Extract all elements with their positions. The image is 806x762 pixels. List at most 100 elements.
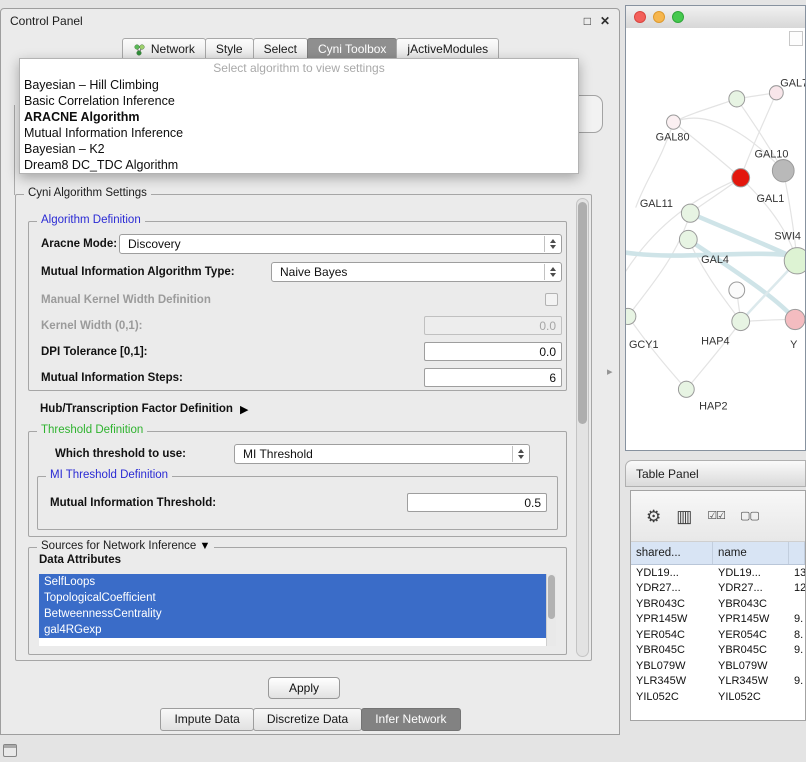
table-row[interactable]: YDL19...YDL19...13	[631, 565, 805, 581]
network-edge[interactable]	[688, 240, 740, 322]
kernel-width-input[interactable]	[424, 316, 562, 335]
bottom-tab-impute-data[interactable]: Impute Data	[160, 708, 253, 731]
bottom-tab-infer-network[interactable]: Infer Network	[361, 708, 460, 731]
column-header-shared[interactable]: shared...	[631, 542, 713, 564]
dpi-tolerance-input[interactable]	[424, 342, 562, 361]
table-header-row: shared...name	[631, 542, 805, 565]
algorithm-option-bayesian-k2[interactable]: Bayesian – K2	[20, 141, 578, 157]
tab-style[interactable]: Style	[205, 38, 254, 60]
minimize-window-icon[interactable]	[653, 11, 665, 23]
table-row[interactable]: YLR345WYLR345W9.	[631, 674, 805, 690]
algorithm-option-bayesian-hill-climbing[interactable]: Bayesian – Hill Climbing	[20, 77, 578, 93]
table-cell: YBL079W	[631, 660, 713, 672]
table-cell: 9.	[789, 644, 805, 656]
network-edge[interactable]	[783, 171, 797, 261]
network-node[interactable]	[785, 309, 805, 329]
network-node[interactable]	[667, 115, 681, 129]
aracne-mode-label: Aracne Mode:	[41, 234, 117, 254]
network-node[interactable]	[626, 308, 636, 324]
settings-scrollbar[interactable]	[576, 198, 589, 657]
node-label-gal4: GAL4	[701, 254, 729, 266]
attributes-scrollbar-thumb[interactable]	[548, 575, 555, 619]
attribute-item-gal4rgexp[interactable]: gal4RGexp	[39, 622, 546, 638]
node-label-y: Y	[790, 339, 798, 351]
hub-definition-label: Hub/Transcription Factor Definition	[40, 403, 233, 415]
tab-network[interactable]: Network	[122, 38, 206, 60]
table-row[interactable]: YBR045CYBR045C9.	[631, 643, 805, 659]
which-threshold-value: MI Threshold	[243, 445, 313, 463]
column-header-name[interactable]: name	[713, 542, 789, 564]
table-cell: YBR045C	[713, 644, 789, 656]
table-panel-header: Table Panel	[625, 460, 806, 487]
bottom-tab-bar: Impute DataDiscretize DataInfer Network	[1, 708, 619, 731]
tab-select[interactable]: Select	[253, 38, 308, 60]
network-canvas[interactable]: GAL7GAL80GAL10GAL11GAL1SWI4GAL4GCY1HAP4Y…	[626, 28, 805, 450]
network-edge[interactable]	[686, 321, 740, 389]
network-graph[interactable]: GAL7GAL80GAL10GAL11GAL1SWI4GAL4GCY1HAP4Y…	[626, 28, 805, 450]
network-node[interactable]	[681, 204, 699, 222]
zoom-window-icon[interactable]	[672, 11, 684, 23]
tab-jactivemodules[interactable]: jActiveModules	[396, 38, 499, 60]
collapse-arrow-icon[interactable]: ▼	[200, 540, 211, 552]
data-attributes-list: SelfLoopsTopologicalCoefficientBetweenne…	[39, 574, 556, 646]
table-row[interactable]: YBR043CYBR043C	[631, 596, 805, 612]
gear-icon[interactable]: ⚙	[646, 508, 661, 525]
collapsed-panel-icon-bar	[4, 745, 16, 748]
select-all-checks-icon[interactable]: ☑☑	[707, 511, 725, 522]
network-node[interactable]	[679, 230, 697, 248]
manual-kernel-checkbox[interactable]	[545, 293, 558, 306]
network-node[interactable]	[772, 160, 794, 182]
close-panel-icon[interactable]: ✕	[600, 15, 610, 27]
network-node[interactable]	[732, 312, 750, 330]
close-window-icon[interactable]	[634, 11, 646, 23]
algorithm-option-dream8-dc-tdc-algorithm[interactable]: Dream8 DC_TDC Algorithm	[20, 157, 578, 173]
network-edge[interactable]	[628, 316, 686, 389]
network-edge[interactable]	[741, 93, 777, 178]
tab-cyni-toolbox[interactable]: Cyni Toolbox	[307, 38, 397, 60]
tab-label: Cyni Toolbox	[318, 42, 386, 56]
apply-button[interactable]: Apply	[268, 677, 340, 699]
algorithm-option-basic-correlation-inference[interactable]: Basic Correlation Inference	[20, 93, 578, 109]
mi-threshold-input[interactable]	[407, 493, 547, 512]
attribute-item-topologicalcoefficient[interactable]: TopologicalCoefficient	[39, 590, 546, 606]
algorithm-option-mutual-information-inference[interactable]: Mutual Information Inference	[20, 125, 578, 141]
float-panel-icon[interactable]: □	[584, 15, 591, 27]
mi-algorithm-select[interactable]: Naive Bayes	[271, 262, 562, 282]
node-label-hap4: HAP4	[701, 336, 729, 348]
attribute-item-betweennesscentrality[interactable]: BetweennessCentrality	[39, 606, 546, 622]
attribute-item-selfloops[interactable]: SelfLoops	[39, 574, 546, 590]
settings-scrollbar-thumb[interactable]	[578, 202, 587, 424]
columns-icon[interactable]: ▥	[676, 508, 692, 525]
birdseye-toggle[interactable]	[789, 31, 803, 46]
table-row[interactable]: YIL052CYIL052C	[631, 689, 805, 705]
which-threshold-label: Which threshold to use:	[55, 444, 186, 464]
mi-algorithm-value: Naive Bayes	[280, 263, 347, 281]
bottom-tab-discretize-data[interactable]: Discretize Data	[253, 708, 362, 731]
hub-definition-toggle[interactable]: Hub/Transcription Factor Definition ▶	[40, 400, 248, 418]
sources-title-text: Sources for Network Inference	[41, 540, 196, 552]
network-node[interactable]	[784, 248, 805, 274]
attributes-scrollbar[interactable]	[546, 574, 556, 646]
network-node[interactable]	[678, 381, 694, 397]
collapsed-panel-icon[interactable]	[3, 744, 17, 757]
deselect-boxes-icon[interactable]: ▢▢	[740, 511, 759, 522]
mi-steps-input[interactable]	[424, 368, 562, 387]
table-row[interactable]: YPR145WYPR145W9.	[631, 612, 805, 628]
algorithm-option-aracne-algorithm[interactable]: ARACNE Algorithm	[20, 109, 578, 125]
control-panel-titlebar: Control Panel □ ✕	[1, 9, 619, 33]
network-node[interactable]	[729, 282, 745, 298]
table-row[interactable]: YDR27...YDR27...12	[631, 581, 805, 597]
table-row[interactable]: YER054CYER054C8.	[631, 627, 805, 643]
aracne-mode-value: Discovery	[128, 235, 181, 253]
which-threshold-select[interactable]: MI Threshold	[234, 444, 530, 464]
algorithm-definition-title: Algorithm Definition	[37, 214, 145, 226]
splitter-handle[interactable]: ▸	[607, 365, 613, 378]
network-node[interactable]	[729, 91, 745, 107]
aracne-mode-select[interactable]: Discovery	[119, 234, 562, 254]
table-row[interactable]: YBL079WYBL079W	[631, 658, 805, 674]
network-edge[interactable]	[628, 213, 690, 316]
column-header-extra[interactable]	[789, 542, 805, 564]
table-cell: YLR345W	[713, 675, 789, 687]
network-node[interactable]	[732, 169, 750, 187]
node-label-gcy1: GCY1	[629, 339, 659, 351]
